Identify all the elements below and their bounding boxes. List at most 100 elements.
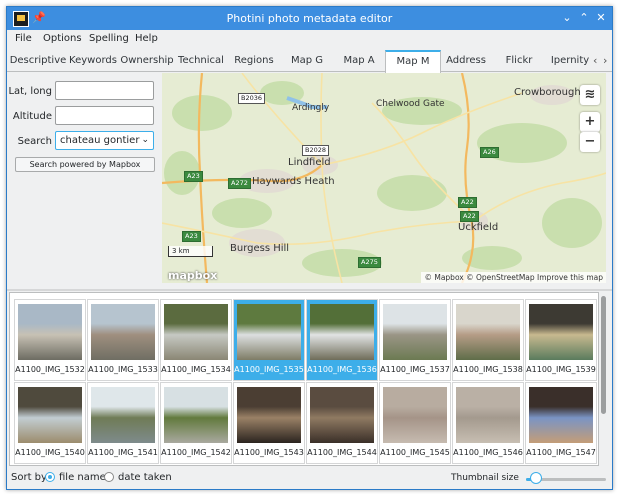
app-window: 📌 Photini photo metadata editor ⌄ ⌃ ✕ Fi… xyxy=(6,6,613,490)
thumbnail-gallery[interactable]: A1100_IMG_1532 A1100_IMG_1533 A1100_IMG_15… xyxy=(9,292,599,466)
latlong-label: Lat, long xyxy=(8,86,52,97)
maximize-button[interactable]: ⌃ xyxy=(576,10,592,26)
map-place-chelwood-gate: Chelwood Gate xyxy=(376,99,445,109)
map-place-crowborough: Crowborough xyxy=(514,87,581,98)
tab-descriptive[interactable]: Descriptive xyxy=(9,52,67,70)
road-label: A275 xyxy=(358,257,381,268)
road-label: A22 xyxy=(458,197,477,208)
tab-technical[interactable]: Technical xyxy=(175,52,227,70)
thumbnail-cell[interactable]: A1100_IMG_1547 xyxy=(525,382,597,464)
tab-map-m[interactable]: Map M xyxy=(385,50,441,73)
mapbox-logo[interactable]: mapbox xyxy=(168,269,217,282)
menu-options[interactable]: Options xyxy=(43,33,82,44)
altitude-input[interactable] xyxy=(55,106,154,125)
thumbnail-image xyxy=(237,387,301,443)
thumbnail-caption: A1100_IMG_1537 xyxy=(380,365,450,374)
thumbnail-caption: A1100_IMG_1547 xyxy=(526,448,596,457)
thumbnail-image xyxy=(91,387,155,443)
panel-splitter[interactable] xyxy=(7,289,612,291)
tab-ipernity[interactable]: Ipernity xyxy=(547,52,593,70)
sort-by-label: Sort by xyxy=(11,472,47,483)
tab-scroll-left-icon[interactable]: ‹ xyxy=(593,54,597,67)
thumbnail-cell[interactable]: A1100_IMG_1535 xyxy=(233,299,305,381)
thumbnail-image xyxy=(310,304,374,360)
thumbnail-caption: A1100_IMG_1546 xyxy=(453,448,523,457)
thumbnail-image xyxy=(456,304,520,360)
search-value: chateau gontier xyxy=(60,135,140,146)
tab-keywords[interactable]: Keywords xyxy=(67,52,119,70)
sort-date-taken-radio[interactable] xyxy=(104,472,114,482)
map-place-lindfield: Lindfield xyxy=(288,157,331,168)
thumbnail-caption: A1100_IMG_1545 xyxy=(380,448,450,457)
thumbnail-cell[interactable]: A1100_IMG_1533 xyxy=(87,299,159,381)
search-powered-by-mapbox-button[interactable]: Search powered by Mapbox xyxy=(15,157,155,172)
latlong-input[interactable] xyxy=(55,81,154,100)
thumbnail-image xyxy=(18,304,82,360)
map-view[interactable]: Crowborough Ardingly Chelwood Gate Lindf… xyxy=(162,73,606,283)
minimize-button[interactable]: ⌄ xyxy=(559,10,575,26)
tab-map-a[interactable]: Map A xyxy=(333,52,385,70)
search-label: Search xyxy=(17,136,52,147)
map-place-haywards-heath: Haywards Heath xyxy=(252,176,335,187)
sort-file-name-label[interactable]: file name xyxy=(59,472,106,483)
tab-address[interactable]: Address xyxy=(439,52,493,70)
thumbnail-cell[interactable]: A1100_IMG_1541 xyxy=(87,382,159,464)
thumbnail-image xyxy=(237,304,301,360)
gallery-scrollbar-thumb[interactable] xyxy=(601,296,606,414)
thumbnail-caption: A1100_IMG_1538 xyxy=(453,365,523,374)
menu-spelling[interactable]: Spelling xyxy=(89,33,129,44)
thumbnail-image xyxy=(18,387,82,443)
map-layers-button[interactable]: ≋ xyxy=(580,85,600,105)
map-place-ardingly: Ardingly xyxy=(292,103,330,113)
tab-bar: Descriptive Keywords Ownership Technical… xyxy=(7,49,612,73)
sort-bar: Sort by file name date taken Thumbnail s… xyxy=(7,467,612,489)
thumbnail-cell[interactable]: A1100_IMG_1537 xyxy=(379,299,451,381)
thumbnail-cell[interactable]: A1100_IMG_1546 xyxy=(452,382,524,464)
thumbnail-caption: A1100_IMG_1539 xyxy=(526,365,596,374)
menu-help[interactable]: Help xyxy=(135,33,158,44)
gallery-scrollbar[interactable] xyxy=(597,292,610,464)
thumbnail-size-slider-handle[interactable] xyxy=(529,472,542,484)
tab-flickr[interactable]: Flickr xyxy=(493,52,545,70)
road-label: A26 xyxy=(480,147,499,158)
tab-map-g[interactable]: Map G xyxy=(281,52,333,70)
thumbnail-image xyxy=(164,387,228,443)
menu-file[interactable]: File xyxy=(15,33,32,44)
tab-scroll-right-icon[interactable]: › xyxy=(603,54,607,67)
thumbnail-cell[interactable]: A1100_IMG_1540 xyxy=(14,382,86,464)
sort-date-taken-label[interactable]: date taken xyxy=(118,472,172,483)
road-label: A23 xyxy=(182,231,201,242)
thumbnail-cell[interactable]: A1100_IMG_1545 xyxy=(379,382,451,464)
thumbnail-cell[interactable]: A1100_IMG_1538 xyxy=(452,299,524,381)
map-attribution[interactable]: © Mapbox © OpenStreetMap Improve this ma… xyxy=(421,272,606,283)
sort-file-name-radio[interactable] xyxy=(45,472,55,482)
road-label: B2028 xyxy=(302,145,330,156)
tab-regions[interactable]: Regions xyxy=(227,52,281,70)
thumbnail-image xyxy=(456,387,520,443)
thumbnail-image xyxy=(529,304,593,360)
map-scale-bar: 3 km xyxy=(168,246,213,257)
zoom-in-button[interactable]: + xyxy=(580,112,600,132)
thumbnail-image xyxy=(91,304,155,360)
close-button[interactable]: ✕ xyxy=(593,10,609,26)
thumbnail-image xyxy=(164,304,228,360)
thumbnail-cell[interactable]: A1100_IMG_1536 xyxy=(306,299,378,381)
map-place-burgess-hill: Burgess Hill xyxy=(230,243,290,254)
altitude-label: Altitude xyxy=(12,111,52,122)
map-place-uckfield: Uckfield xyxy=(458,222,499,233)
search-combobox[interactable]: chateau gontier ⌄ xyxy=(55,131,154,150)
road-label: A272 xyxy=(228,178,251,189)
thumbnail-cell[interactable]: A1100_IMG_1534 xyxy=(160,299,232,381)
thumbnail-cell[interactable]: A1100_IMG_1532 xyxy=(14,299,86,381)
thumbnail-cell[interactable]: A1100_IMG_1542 xyxy=(160,382,232,464)
chevron-down-icon[interactable]: ⌄ xyxy=(141,135,149,145)
thumbnail-caption: A1100_IMG_1542 xyxy=(161,448,231,457)
thumbnail-image xyxy=(383,304,447,360)
thumbnail-cell[interactable]: A1100_IMG_1543 xyxy=(233,382,305,464)
thumbnail-caption: A1100_IMG_1536 xyxy=(307,365,377,374)
thumbnail-cell[interactable]: A1100_IMG_1544 xyxy=(306,382,378,464)
thumbnail-caption: A1100_IMG_1533 xyxy=(88,365,158,374)
zoom-out-button[interactable]: − xyxy=(580,132,600,152)
tab-ownership[interactable]: Ownership xyxy=(119,52,175,70)
thumbnail-cell[interactable]: A1100_IMG_1539 xyxy=(525,299,597,381)
